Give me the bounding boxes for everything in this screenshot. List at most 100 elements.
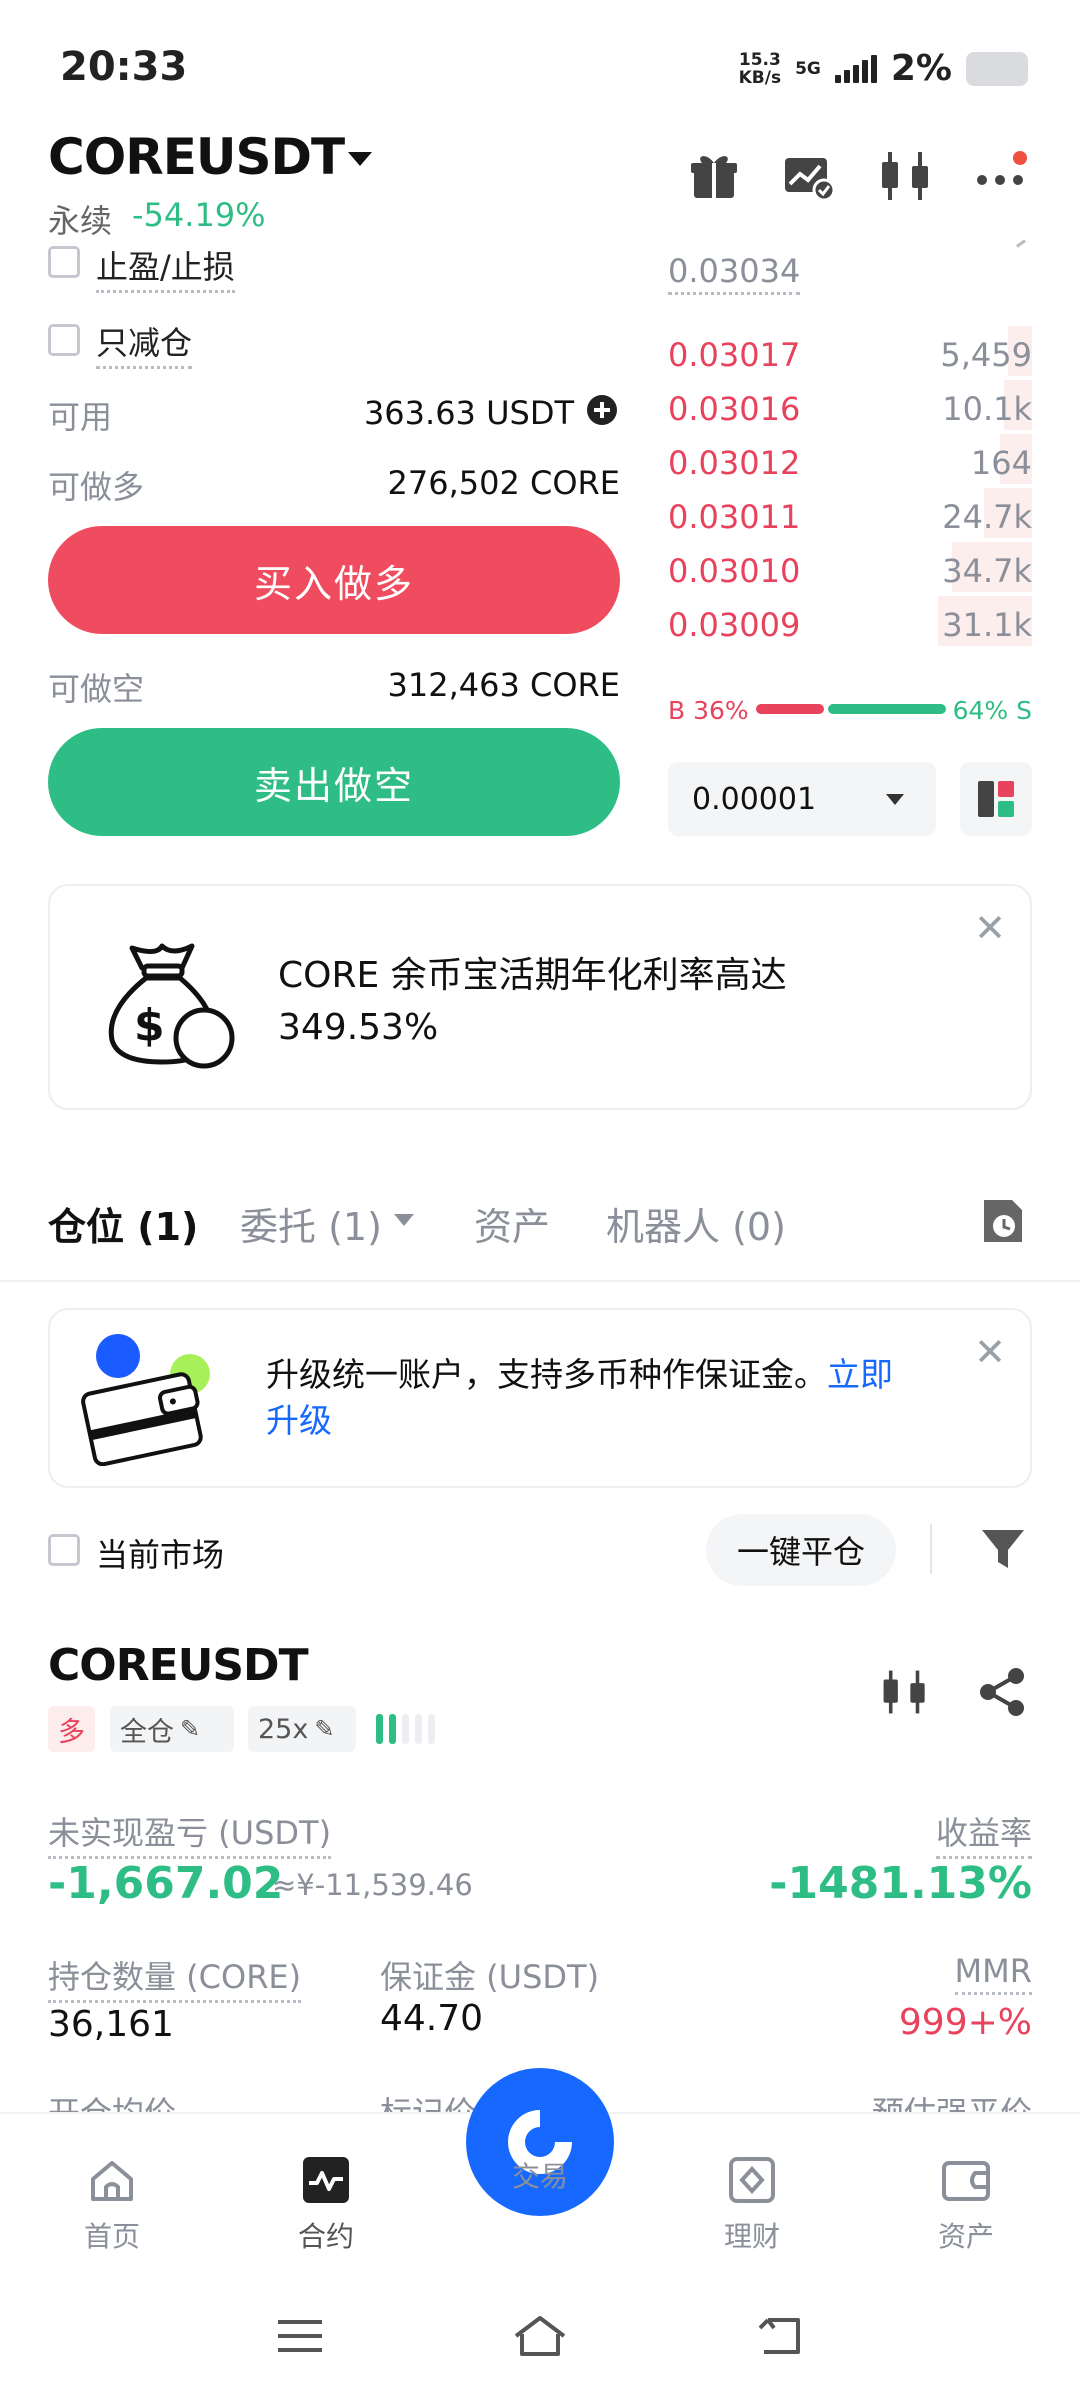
upgrade-link[interactable]: 立即 bbox=[827, 1355, 893, 1394]
sell-ratio: 64% S bbox=[952, 696, 1032, 725]
precision-value: 0.00001 bbox=[692, 782, 817, 817]
money-bag-icon: $ bbox=[108, 943, 235, 1069]
reduce-only-label[interactable]: 只减仓 bbox=[96, 318, 193, 369]
transfer-add-icon[interactable] bbox=[586, 394, 618, 426]
book-layout-button[interactable] bbox=[960, 762, 1032, 836]
adl-indicator bbox=[376, 1714, 435, 1744]
last-price[interactable]: 0.03034 bbox=[668, 252, 801, 295]
edit-icon: ✎ bbox=[180, 1715, 201, 1743]
candlestick-icon[interactable] bbox=[880, 1666, 930, 1718]
chart-settings-icon[interactable] bbox=[780, 148, 836, 204]
margin-label: 保证金 (USDT) bbox=[380, 1958, 600, 1996]
mmr-value: 999+% bbox=[898, 2002, 1032, 2043]
margin-mode-tag[interactable]: 全仓 ✎ bbox=[110, 1706, 234, 1752]
ask-qty[interactable]: 164 bbox=[971, 444, 1032, 482]
close-all-button[interactable]: 一键平仓 bbox=[706, 1514, 896, 1586]
history-icon[interactable] bbox=[980, 1196, 1026, 1246]
close-icon[interactable]: ✕ bbox=[974, 1330, 1006, 1374]
home-icon bbox=[91, 2161, 133, 2201]
size-value: 36,161 bbox=[48, 2004, 174, 2045]
divider bbox=[0, 1280, 1080, 1282]
back-icon[interactable] bbox=[754, 2314, 806, 2358]
can-short-value: 312,463 CORE bbox=[387, 666, 620, 704]
ask-qty[interactable]: 24.7k bbox=[942, 498, 1032, 536]
nav-trade-label[interactable]: 交易 bbox=[480, 2155, 600, 2195]
nav-earn[interactable]: 理财 bbox=[692, 2155, 812, 2255]
nav-futures[interactable]: 合约 bbox=[266, 2155, 386, 2255]
tp-sl-checkbox[interactable] bbox=[48, 246, 80, 278]
can-long-label: 可做多 bbox=[48, 468, 145, 506]
tp-sl-label[interactable]: 止盈/止损 bbox=[96, 242, 235, 293]
divider bbox=[930, 1524, 932, 1574]
roe-label[interactable]: 收益率 bbox=[935, 1808, 1032, 1859]
can-long-value: 276,502 CORE bbox=[387, 464, 620, 502]
precision-select[interactable]: 0.00001 bbox=[668, 762, 936, 836]
ask-qty[interactable]: 31.1k bbox=[942, 606, 1032, 644]
current-market-label[interactable]: 当前市场 bbox=[96, 1530, 224, 1576]
scroll-indicator bbox=[1016, 239, 1026, 248]
promo-card[interactable]: $ CORE 余币宝活期年化利率高达 349.53% ✕ bbox=[48, 884, 1032, 1110]
mmr-label[interactable]: MMR bbox=[954, 1952, 1032, 1995]
sell-short-button[interactable]: 卖出做空 bbox=[48, 728, 620, 836]
ask-price[interactable]: 0.03017 bbox=[668, 336, 800, 374]
ask-qty[interactable]: 34.7k bbox=[942, 552, 1032, 590]
filter-icon[interactable] bbox=[980, 1526, 1026, 1572]
nav-assets[interactable]: 资产 bbox=[906, 2155, 1026, 2255]
ask-qty[interactable]: 5,459 bbox=[940, 336, 1032, 374]
ask-price[interactable]: 0.03010 bbox=[668, 552, 800, 590]
futures-icon bbox=[303, 2157, 349, 2203]
reduce-only-checkbox[interactable] bbox=[48, 324, 80, 356]
liq-label: 预估强平价 bbox=[872, 2088, 1032, 2112]
pnl-label[interactable]: 未实现盈亏 (USDT) bbox=[48, 1808, 332, 1859]
current-market-checkbox[interactable] bbox=[48, 1534, 80, 1566]
earn-icon bbox=[729, 2157, 775, 2203]
price-change: -54.19% bbox=[132, 196, 266, 234]
signal-icon bbox=[834, 54, 877, 83]
system-home-icon[interactable] bbox=[512, 2312, 568, 2360]
can-short-label: 可做空 bbox=[48, 670, 145, 708]
ask-price[interactable]: 0.03011 bbox=[668, 498, 800, 536]
leverage-tag[interactable]: 25x ✎ bbox=[248, 1706, 356, 1752]
available-value: 363.63 USDT bbox=[363, 394, 574, 432]
upgrade-banner[interactable]: 升级统一账户，支持多币种作保证金。立即 升级 ✕ bbox=[48, 1308, 1032, 1488]
edit-icon: ✎ bbox=[314, 1715, 335, 1743]
pnl-cny: ≈¥-11,539.46 bbox=[272, 1868, 473, 1902]
menu-icon[interactable] bbox=[276, 2316, 324, 2356]
ask-price[interactable]: 0.03012 bbox=[668, 444, 800, 482]
caret-down-icon[interactable] bbox=[348, 152, 372, 166]
wallet-icon bbox=[81, 1334, 210, 1466]
close-icon[interactable]: ✕ bbox=[974, 906, 1006, 950]
available-label: 可用 bbox=[48, 398, 113, 436]
ask-price[interactable]: 0.03016 bbox=[668, 390, 800, 428]
tab-positions[interactable]: 仓位 (1) bbox=[48, 1196, 198, 1251]
pair-selector[interactable]: COREUSDT bbox=[48, 128, 345, 186]
gift-icon[interactable] bbox=[686, 148, 742, 204]
status-indicators: 15.3 KB/s 5G 2% bbox=[739, 48, 1028, 89]
wallet-icon bbox=[942, 2161, 990, 2201]
nav-home[interactable]: 首页 bbox=[52, 2155, 172, 2255]
tab-orders[interactable]: 委托 (1) bbox=[240, 1196, 382, 1251]
buy-ratio-bar bbox=[756, 704, 824, 714]
entry-label: 开仓均价 bbox=[48, 2088, 176, 2112]
share-icon[interactable] bbox=[978, 1666, 1028, 1718]
position-symbol[interactable]: COREUSDT bbox=[48, 1640, 309, 1691]
caret-down-icon[interactable] bbox=[394, 1214, 414, 1226]
more-icon[interactable] bbox=[974, 148, 1030, 204]
size-label[interactable]: 持仓数量 (CORE) bbox=[48, 1952, 302, 2003]
upgrade-link-cont[interactable]: 升级 bbox=[266, 1401, 332, 1440]
caret-down-icon bbox=[886, 794, 904, 805]
upgrade-text: 升级统一账户，支持多币种作保证金。 bbox=[266, 1355, 827, 1394]
status-time: 20:33 bbox=[60, 44, 188, 90]
buy-ratio: B 36% bbox=[668, 696, 749, 725]
side-tag: 多 bbox=[48, 1706, 95, 1752]
promo-text: CORE 余币宝活期年化利率高达 bbox=[278, 955, 787, 996]
ask-qty[interactable]: 10.1k bbox=[942, 390, 1032, 428]
margin-value: 44.70 bbox=[380, 1998, 484, 2039]
candlestick-icon[interactable] bbox=[878, 148, 934, 204]
ask-price[interactable]: 0.03009 bbox=[668, 606, 800, 644]
tab-bots[interactable]: 机器人 (0) bbox=[606, 1196, 786, 1251]
battery-percent: 2% bbox=[890, 48, 952, 89]
buy-long-button[interactable]: 买入做多 bbox=[48, 526, 620, 634]
tab-assets[interactable]: 资产 bbox=[474, 1196, 550, 1251]
net-speed: 15.3 KB/s bbox=[738, 49, 782, 88]
